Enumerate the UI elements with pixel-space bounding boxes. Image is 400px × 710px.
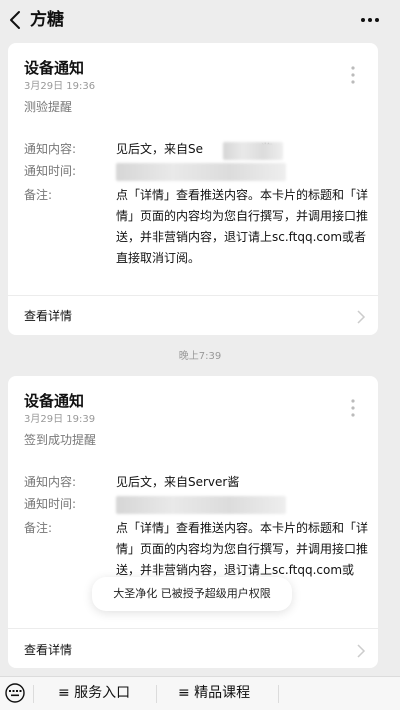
chevron-left-icon[interactable] (4, 8, 28, 32)
menu-divider (33, 685, 34, 703)
menu-divider (156, 685, 157, 703)
card-date: 3月29日 19:36 (24, 81, 96, 92)
view-details-link[interactable]: 查看详情 (24, 308, 72, 324)
content-row: 通知内容: 见后文，来自Se酱 (24, 139, 370, 160)
content-row: 通知内容: 见后文，来自Server酱 (24, 472, 370, 493)
note-label: 备注: (24, 188, 53, 202)
top-bar: 方糖 (0, 0, 400, 40)
redacted-blur (223, 142, 283, 160)
card-subtitle: 签到成功提醒 (24, 433, 97, 447)
note-row: 备注: 点「详情」查看推送内容。本卡片的标题和「详情」页面的内容均为您自行撰写，… (24, 185, 370, 269)
note-label: 备注: (24, 521, 53, 535)
divider (8, 295, 378, 296)
menu-divider (278, 685, 279, 703)
page-title: 方糖 (30, 10, 64, 30)
time-row: 通知时间: (24, 161, 116, 182)
redacted-blur (116, 163, 286, 181)
chevron-right-icon (356, 309, 366, 324)
vertical-dots-icon[interactable] (350, 398, 356, 418)
time-label: 通知时间: (24, 164, 77, 178)
chevron-right-icon (356, 643, 366, 658)
time-separator: 晚上7:39 (178, 351, 222, 362)
vertical-dots-icon[interactable] (350, 65, 356, 85)
note-value: 点「详情」查看推送内容。本卡片的标题和「详情」页面的内容均为您自行撰写，并调用接… (116, 188, 369, 265)
view-details-link[interactable]: 查看详情 (24, 642, 72, 658)
time-label: 通知时间: (24, 497, 77, 511)
card-subtitle: 测验提醒 (24, 100, 73, 114)
keyboard-icon[interactable] (3, 683, 27, 703)
card-title: 设备通知 (24, 59, 85, 77)
card-date: 3月29日 19:39 (24, 414, 96, 425)
card-title: 设备通知 (24, 392, 85, 410)
redacted-blur (116, 496, 286, 514)
notification-card[interactable]: 设备通知 3月29日 19:39 签到成功提醒 通知内容: 见后文，来自Serv… (8, 376, 378, 668)
note-value: 点「详情」查看推送内容。本卡片的标题和「详情」页面的内容均为您自行撰写，并调用接… (116, 521, 369, 577)
content-label: 通知内容: (24, 475, 77, 489)
toast-message: 大圣净化 已被授予超级用户权限 (92, 577, 292, 611)
note-row: 备注: 点「详情」查看推送内容。本卡片的标题和「详情」页面的内容均为您自行撰写，… (24, 518, 370, 581)
notification-card[interactable]: 设备通知 3月29日 19:36 测验提醒 通知内容: 见后文，来自Se酱 通知… (8, 43, 378, 335)
time-row: 通知时间: (24, 494, 116, 515)
content-label: 通知内容: (24, 142, 77, 156)
menu-premium-courses[interactable]: ≡ 精品课程 (178, 683, 250, 703)
more-dots-icon[interactable] (358, 8, 382, 32)
divider (8, 628, 378, 629)
bottom-menu-bar: ≡ 服务入口 ≡ 精品课程 (0, 676, 400, 710)
content-value: 见后文，来自Server酱 (116, 475, 240, 489)
menu-service-entry[interactable]: ≡ 服务入口 (58, 683, 130, 703)
